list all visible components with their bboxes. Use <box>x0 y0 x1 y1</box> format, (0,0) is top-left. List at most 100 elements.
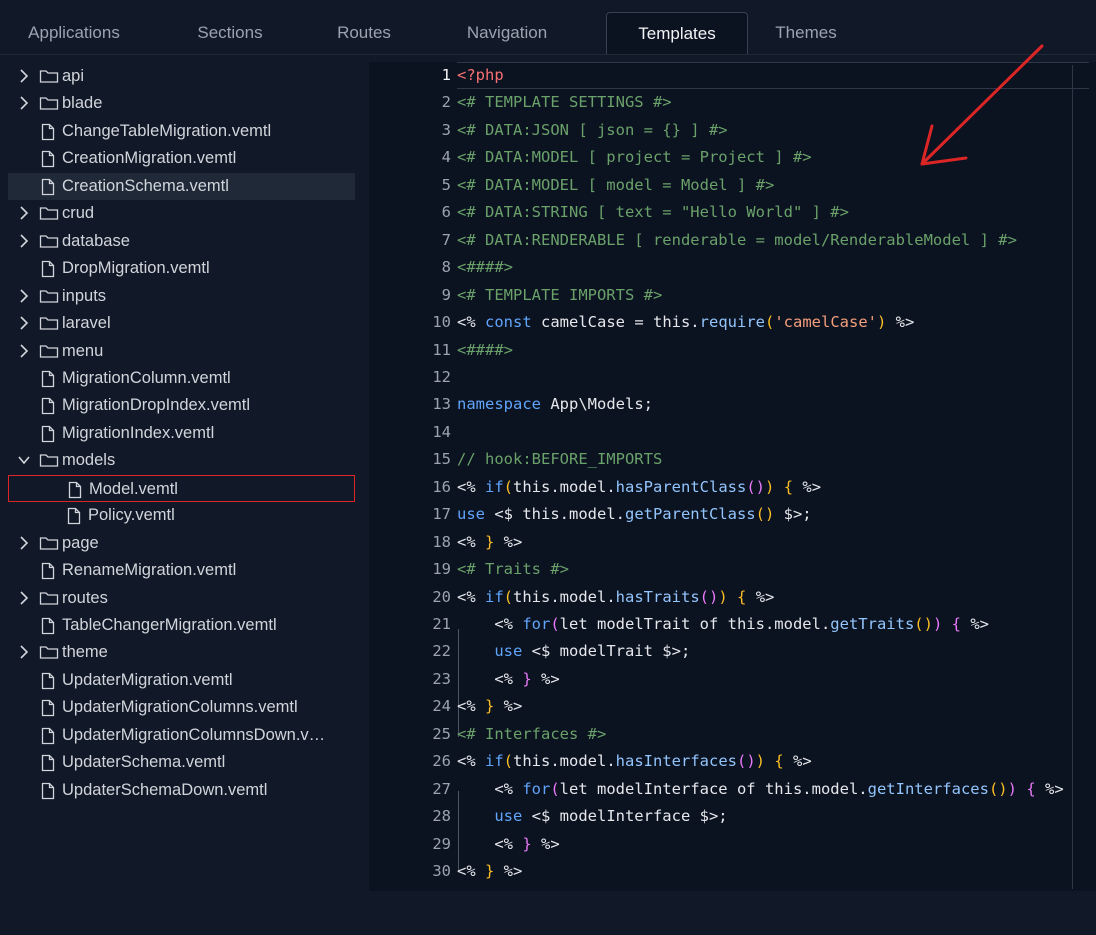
code-token: () <box>746 477 765 496</box>
tree-folder-routes[interactable]: routes <box>8 585 355 612</box>
chevron-right-icon[interactable] <box>16 315 32 331</box>
code-line[interactable]: <# DATA:RENDERABLE [ renderable = model/… <box>457 227 1017 254</box>
tree-folder-database[interactable]: database <box>8 228 355 255</box>
chevron-right-icon[interactable] <box>16 288 32 304</box>
tree-file[interactable]: UpdaterMigration.vemtl <box>8 667 355 694</box>
tree-file[interactable]: DropMigration.vemtl <box>8 255 355 282</box>
code-editor[interactable]: 1 2 3 4 5 6 7 8 9 10 11 12 13 14 15 16 17 18 19 20 21 22 23 24 2… <box>369 62 1096 891</box>
tree-file[interactable]: UpdaterMigrationColumns.vemtl <box>8 694 355 721</box>
code-line[interactable]: <# DATA:MODEL [ project = Project ] #> <box>457 144 812 171</box>
code-line[interactable]: use <$ modelTrait $>; <box>457 638 690 665</box>
code-token: <# DATA:MODEL [ project = Project ] #> <box>457 148 812 167</box>
line-number: 9 <box>441 285 451 304</box>
code-token: <$ modelInterface $>; <box>522 807 728 826</box>
tree-file[interactable]: UpdaterSchema.vemtl <box>8 749 355 776</box>
code-line[interactable]: <####> <box>457 254 513 281</box>
chevron-right-icon[interactable] <box>16 233 32 249</box>
chevron-right-icon[interactable] <box>16 644 32 660</box>
code-line[interactable]: <% if(this.model.hasTraits()) { %> <box>457 584 774 611</box>
tree-file[interactable]: MigrationColumn.vemtl <box>8 365 355 392</box>
tree-item-label: TableChangerMigration.vemtl <box>62 616 277 634</box>
tree-file[interactable]: Policy.vemtl <box>8 502 355 529</box>
code-token: %> <box>494 532 523 551</box>
tree-folder-models[interactable]: models <box>8 447 355 474</box>
tree-file[interactable]: TableChangerMigration.vemtl <box>8 612 355 639</box>
code-line[interactable]: <# Interfaces #> <box>457 721 606 748</box>
code-token: { <box>951 615 961 633</box>
code-line[interactable]: <# TEMPLATE IMPORTS #> <box>457 282 662 309</box>
code-token: App\Models; <box>541 395 653 414</box>
tab-routes[interactable]: Routes <box>304 12 424 54</box>
code-token: use <box>457 505 485 524</box>
code-token: if <box>485 587 504 606</box>
tree-folder-api[interactable]: api <box>8 63 355 90</box>
code-line[interactable]: <% } %> <box>457 831 559 858</box>
tree-file[interactable]: UpdaterSchemaDown.vemtl <box>8 777 355 804</box>
code-line[interactable]: <?php <box>457 62 504 89</box>
file-icon <box>41 178 55 195</box>
tree-file[interactable]: MigrationDropIndex.vemtl <box>8 392 355 419</box>
tree-file[interactable]: RenameMigration.vemtl <box>8 557 355 584</box>
tab-themes[interactable]: Themes <box>748 12 864 54</box>
vertical-scrollbar-track[interactable] <box>1072 65 1073 889</box>
code-line[interactable]: <% if(this.model.hasInterfaces()) { %> <box>457 748 812 775</box>
tree-file[interactable]: MigrationIndex.vemtl <box>8 420 355 447</box>
tree-item-label: UpdaterSchemaDown.vemtl <box>62 780 268 799</box>
tree-folder-blade[interactable]: blade <box>8 90 355 117</box>
code-line[interactable]: use <$ modelInterface $>; <box>457 803 728 830</box>
chevron-right-icon[interactable] <box>16 95 32 111</box>
code-line[interactable]: <# Traits #> <box>457 556 569 583</box>
tree-folder-inputs[interactable]: inputs <box>8 283 355 310</box>
code-line[interactable]: <####> <box>457 337 513 364</box>
code-line[interactable]: <# TEMPLATE SETTINGS #> <box>457 89 672 116</box>
chevron-right-icon[interactable] <box>16 205 32 221</box>
code-line[interactable]: <% } %> <box>457 693 522 720</box>
code-line[interactable]: <# DATA:MODEL [ model = Model ] #> <box>457 172 774 199</box>
code-line[interactable]: namespace App\Models; <box>457 391 653 418</box>
code-line[interactable]: use <$ this.model.getParentClass() $>; <box>457 501 812 528</box>
code-token: if <box>485 752 504 771</box>
tree-file[interactable]: CreationMigration.vemtl <box>8 145 355 172</box>
tab-sections[interactable]: Sections <box>168 12 292 54</box>
tree-file[interactable]: ChangeTableMigration.vemtl <box>8 118 355 145</box>
code-line[interactable]: <% for(let modelTrait of this.model.getT… <box>457 611 989 638</box>
chevron-right-icon[interactable] <box>16 68 32 84</box>
code-line[interactable]: <% } %> <box>457 529 522 556</box>
code-line[interactable]: // hook:BEFORE_IMPORTS <box>457 446 662 473</box>
code-token: getParentClass <box>624 505 756 524</box>
tree-file[interactable]: CreationSchema.vemtl <box>8 172 355 200</box>
code-line[interactable]: <% } %> <box>457 666 559 693</box>
tree-item-label: RenameMigration.vemtl <box>62 561 237 580</box>
tree-file[interactable]: UpdaterMigrationColumnsDown.v… <box>8 722 355 749</box>
tree-file[interactable]: Model.vemtl <box>8 474 355 502</box>
code-token: { <box>1026 779 1036 798</box>
chevron-right-icon[interactable] <box>16 343 32 359</box>
code-token: this.model. <box>513 477 616 496</box>
code-line[interactable]: <% } %> <box>457 858 522 885</box>
tree-folder-theme[interactable]: theme <box>8 639 355 666</box>
tab-templates[interactable]: Templates <box>606 12 748 54</box>
code-line[interactable]: <% if(this.model.hasParentClass()) { %> <box>457 474 821 501</box>
tree-item-label: page <box>62 533 99 552</box>
code-line[interactable]: <# DATA:STRING [ text = "Hello World" ] … <box>457 199 849 226</box>
code-token: <# DATA:RENDERABLE [ renderable = model/… <box>457 230 1017 249</box>
chevron-right-icon[interactable] <box>16 590 32 606</box>
tree-folder-page[interactable]: page <box>8 530 355 557</box>
code-line[interactable]: <% const camelCase = this.require('camel… <box>457 309 914 336</box>
code-token: ) <box>932 615 943 633</box>
code-line[interactable]: <# DATA:JSON [ json = {} ] #> <box>457 117 728 144</box>
tab-applications[interactable]: Applications <box>0 12 148 54</box>
code-token: <####> <box>457 258 513 277</box>
file-icon <box>41 562 55 580</box>
code-line[interactable]: <% for(let modelInterface of this.model.… <box>457 776 1063 803</box>
code-token: %> <box>494 862 523 881</box>
line-number: 21 <box>432 615 451 633</box>
tab-navigation[interactable]: Navigation <box>432 12 582 54</box>
tree-folder-crud[interactable]: crud <box>8 200 355 227</box>
chevron-right-icon[interactable] <box>16 535 32 551</box>
chevron-down-icon[interactable] <box>16 452 32 468</box>
tree-folder-menu[interactable]: menu <box>8 338 355 365</box>
line-number: 22 <box>432 642 451 661</box>
tree-folder-laravel[interactable]: laravel <box>8 310 355 337</box>
